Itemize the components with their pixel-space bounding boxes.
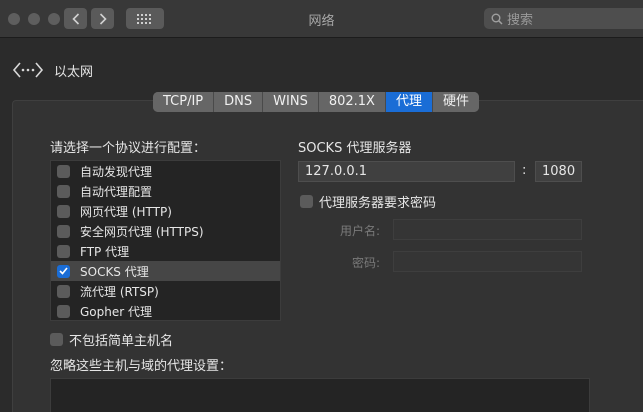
protocol-item-http[interactable]: 网页代理 (HTTP)	[51, 201, 280, 221]
protocol-item-gopher[interactable]: Gopher 代理	[51, 301, 280, 321]
port-separator: :	[522, 163, 527, 178]
protocol-item-socks[interactable]: SOCKS 代理	[51, 261, 280, 281]
checkmark-icon	[59, 267, 68, 275]
tab-proxies[interactable]: 代理	[385, 92, 433, 112]
checkbox[interactable]	[57, 204, 70, 218]
interface-name: 以太网	[54, 64, 94, 80]
bypass-heading: 忽略这些主机与域的代理设置：	[50, 359, 233, 374]
protocol-heading: 请选择一个协议进行配置：	[50, 141, 207, 156]
protocol-item-ftp[interactable]: FTP 代理	[51, 241, 280, 261]
interface-header: 以太网	[12, 60, 93, 80]
protocol-item-rtsp[interactable]: 流代理 (RTSP)	[51, 281, 280, 301]
checkbox[interactable]	[57, 284, 70, 298]
tab-dns[interactable]: DNS	[214, 92, 264, 112]
protocol-label: FTP 代理	[80, 244, 130, 259]
socks-port-input[interactable]: 1080	[535, 161, 582, 182]
search-placeholder: 搜索	[507, 13, 534, 28]
tab-bar: TCP/IP DNS WINS 802.1X 代理 硬件	[153, 92, 479, 112]
checkbox[interactable]	[57, 164, 70, 178]
protocol-label: 自动发现代理	[80, 164, 153, 179]
checkbox[interactable]	[57, 244, 70, 258]
auth-required-label: 代理服务器要求密码	[319, 196, 437, 211]
title-bar: 网络 搜索	[0, 0, 643, 38]
checkbox[interactable]	[57, 184, 70, 198]
protocol-item-auto-config[interactable]: 自动代理配置	[51, 181, 280, 201]
checkbox[interactable]	[57, 264, 70, 278]
protocol-label: 安全网页代理 (HTTPS)	[80, 224, 204, 239]
exclude-simple-hosts[interactable]: 不包括简单主机名	[50, 330, 173, 349]
exclude-simple-hosts-checkbox[interactable]	[50, 333, 63, 346]
ethernet-icon	[12, 62, 44, 78]
exclude-simple-hosts-label: 不包括简单主机名	[69, 334, 174, 349]
protocol-list: 自动发现代理 自动代理配置 网页代理 (HTTP) 安全网页代理 (HTTPS)…	[50, 160, 281, 321]
protocol-label: 网页代理 (HTTP)	[80, 204, 172, 219]
checkbox[interactable]	[57, 224, 70, 238]
tab-wins[interactable]: WINS	[263, 92, 319, 112]
protocol-item-https[interactable]: 安全网页代理 (HTTPS)	[51, 221, 280, 241]
search-field[interactable]: 搜索	[484, 8, 643, 29]
protocol-label: 自动代理配置	[80, 184, 153, 199]
protocol-item-auto-discovery[interactable]: 自动发现代理	[51, 161, 280, 181]
auth-required[interactable]: 代理服务器要求密码	[300, 192, 436, 211]
protocol-label: SOCKS 代理	[80, 264, 149, 279]
password-input[interactable]	[393, 251, 582, 272]
search-icon	[491, 13, 503, 25]
protocol-label: Gopher 代理	[80, 304, 152, 319]
password-label: 密码:	[351, 256, 380, 270]
username-label: 用户名:	[339, 224, 380, 238]
auth-required-checkbox[interactable]	[300, 195, 313, 208]
checkbox[interactable]	[57, 304, 70, 318]
tab-tcpip[interactable]: TCP/IP	[153, 92, 215, 112]
tab-8021x[interactable]: 802.1X	[318, 92, 386, 112]
socks-server-input[interactable]: 127.0.0.1	[298, 161, 515, 182]
bypass-hosts-textarea[interactable]	[50, 378, 590, 412]
tab-hardware[interactable]: 硬件	[432, 92, 479, 112]
username-input[interactable]	[393, 219, 582, 240]
socks-heading: SOCKS 代理服务器	[298, 141, 412, 156]
protocol-label: 流代理 (RTSP)	[80, 284, 159, 299]
